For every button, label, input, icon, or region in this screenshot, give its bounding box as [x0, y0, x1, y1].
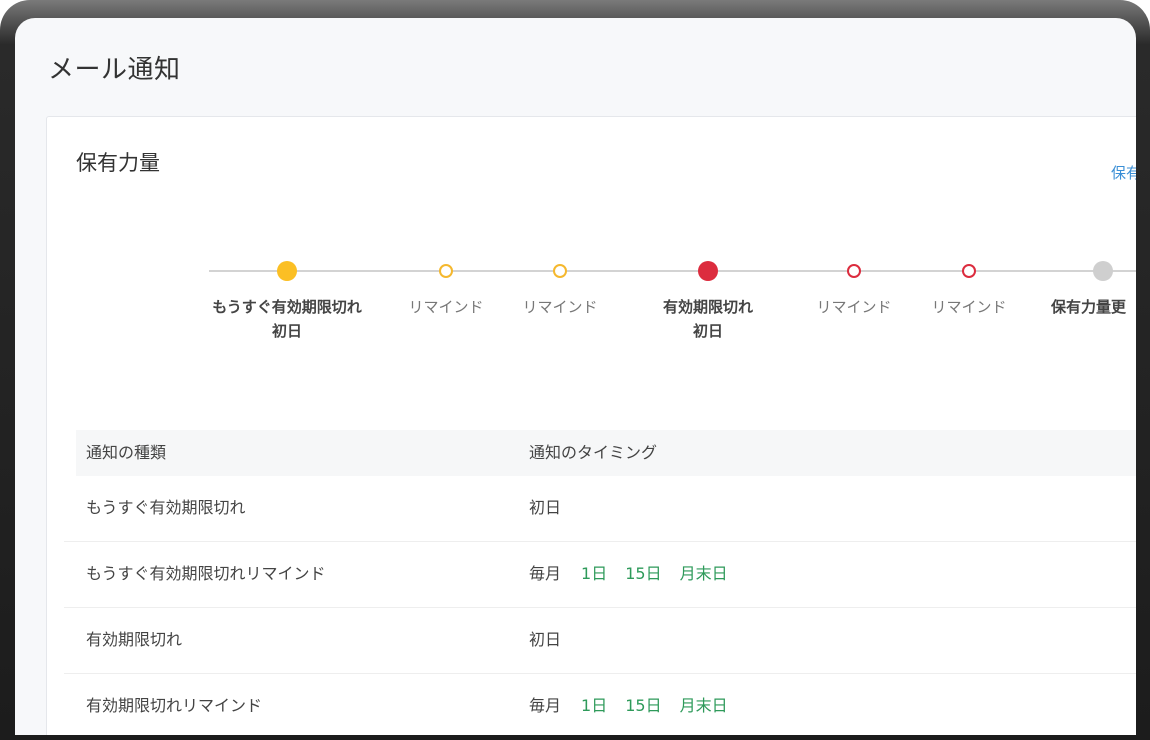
- timeline-node-label: 保有力量更: [1051, 295, 1126, 319]
- ring-circle-icon: [553, 264, 567, 278]
- competency-card: 保有力量 保有 もうすぐ有効期限切れ 初日 リマインド リマインド 有効期限切れ…: [46, 116, 1136, 735]
- timeline-label-line2: 初日: [271, 322, 302, 340]
- notification-timing: 毎月 1日 15日 月末日: [529, 542, 728, 606]
- table-row: 有効期限切れリマインド 毎月 1日 15日 月末日: [64, 674, 1136, 735]
- notification-timing: 初日: [529, 476, 561, 540]
- card-header-link[interactable]: 保有: [1111, 162, 1136, 183]
- notification-type: 有効期限切れ: [86, 630, 183, 649]
- notification-type: もうすぐ有効期限切れリマインド: [86, 564, 326, 583]
- timeline-line: [209, 270, 1136, 272]
- app-screen: メール通知 保有力量 保有 もうすぐ有効期限切れ 初日 リマインド リマインド …: [15, 18, 1136, 735]
- timeline-node-label: 有効期限切れ 初日: [663, 295, 753, 343]
- timing-day-tag: 1日: [581, 696, 608, 715]
- notification-type: もうすぐ有効期限切れ: [86, 498, 246, 517]
- filled-circle-icon: [277, 261, 297, 281]
- ring-circle-icon: [439, 264, 453, 278]
- page-title: メール通知: [48, 55, 181, 85]
- notification-timing: 初日: [529, 608, 561, 672]
- filled-circle-icon: [1093, 261, 1113, 281]
- timeline-label-line1: リマインド: [816, 298, 892, 316]
- notification-type: 有効期限切れリマインド: [86, 696, 263, 715]
- timeline-node-label: リマインド: [522, 295, 597, 319]
- timing-day-tag: 月末日: [679, 564, 728, 583]
- timeline-label-line1: 有効期限切れ: [662, 298, 754, 316]
- table-row: もうすぐ有効期限切れ 初日: [64, 476, 1136, 542]
- ring-circle-icon: [847, 264, 861, 278]
- timeline-label-line1: リマインド: [408, 298, 484, 316]
- timing-day-tag: 15日: [625, 696, 662, 715]
- column-header-timing: 通知のタイミング: [529, 443, 658, 462]
- device-frame: メール通知 保有力量 保有 もうすぐ有効期限切れ 初日 リマインド リマインド …: [0, 0, 1150, 740]
- timing-prefix: 初日: [529, 630, 562, 649]
- timeline-node-label: リマインド: [408, 295, 483, 319]
- timing-day-tag: 1日: [581, 564, 608, 583]
- timeline-node-label: リマインド: [931, 295, 1006, 319]
- timeline-label-line1: リマインド: [522, 298, 598, 316]
- timing-prefix: 毎月: [529, 564, 562, 583]
- timeline-label-line1: 保有力量更: [1051, 298, 1127, 316]
- notification-timing: 毎月 1日 15日 月末日: [529, 674, 728, 735]
- timeline-label-line1: リマインド: [931, 298, 1007, 316]
- table-row: 有効期限切れ 初日: [64, 608, 1136, 674]
- notification-table: 通知の種類 通知のタイミング もうすぐ有効期限切れ 初日 もうすぐ有効期限切れリ…: [64, 430, 1136, 735]
- ring-circle-icon: [962, 264, 976, 278]
- timing-prefix: 初日: [529, 498, 562, 517]
- timing-prefix: 毎月: [529, 696, 562, 715]
- card-title: 保有力量: [76, 151, 160, 175]
- filled-circle-icon: [698, 261, 718, 281]
- timeline-node-label: リマインド: [816, 295, 891, 319]
- column-header-type: 通知の種類: [86, 443, 167, 462]
- table-row: もうすぐ有効期限切れリマインド 毎月 1日 15日 月末日: [64, 542, 1136, 608]
- timeline-label-line2: 初日: [692, 322, 724, 340]
- timeline-node-label: もうすぐ有効期限切れ 初日: [212, 295, 362, 343]
- table-header: 通知の種類 通知のタイミング: [76, 430, 1136, 476]
- timing-day-tag: 月末日: [679, 696, 728, 715]
- timeline-label-line1: もうすぐ有効期限切れ: [212, 298, 362, 316]
- timing-day-tag: 15日: [625, 564, 662, 583]
